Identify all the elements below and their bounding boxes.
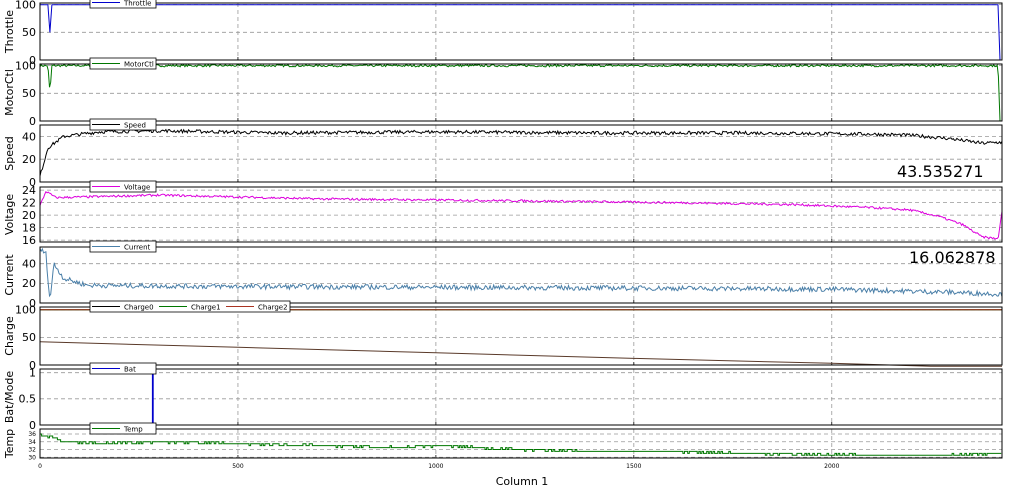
series-line-temp-0	[40, 433, 1002, 456]
plot-frame-motorctl	[39, 63, 1003, 122]
y-tick-label-speed-1: 20	[22, 153, 36, 166]
series-line-charge-3	[39, 341, 1002, 367]
y-tick-label-temp-1: 32	[28, 447, 36, 454]
legend-label-charge-2: Charge2	[258, 304, 288, 312]
plot-frame-current	[39, 246, 1003, 304]
legend-label-charge-0: Charge0	[124, 304, 154, 312]
legend-label-batmode-0: Bat	[124, 366, 136, 374]
legend-label-speed-0: Speed	[124, 122, 146, 130]
y-axis-label-motorctl: MotorCtl	[3, 69, 16, 116]
y-tick-label-batmode-1: 0.5	[19, 393, 37, 406]
y-tick-label-motorctl-2: 100	[15, 60, 36, 73]
y-tick-label-batmode-2: 1	[29, 367, 36, 380]
y-tick-label-speed-2: 40	[22, 130, 36, 143]
x-tick-label-2: 1000	[428, 463, 443, 470]
x-tick-label-0: 0	[38, 463, 42, 470]
series-line-batmode-0	[40, 366, 1002, 426]
y-tick-label-throttle-2: 100	[15, 0, 36, 12]
y-tick-label-voltage-0: 16	[22, 234, 36, 247]
x-tick-label-4: 2000	[824, 463, 839, 470]
y-tick-label-voltage-3: 22	[22, 196, 36, 209]
y-tick-label-motorctl-1: 50	[22, 87, 36, 100]
y-axis-label-current: Current	[3, 254, 16, 296]
legend-label-charge-1: Charge1	[191, 304, 221, 312]
plot-frame-throttle	[39, 2, 1003, 61]
legend-label-current-0: Current	[124, 244, 151, 252]
y-axis-label-voltage: Voltage	[3, 194, 16, 235]
y-tick-label-voltage-2: 20	[22, 209, 36, 222]
legend-label-throttle-0: Throttle	[123, 0, 151, 8]
current-value-readout: 16.062878	[909, 248, 996, 267]
series-line-current-0	[39, 247, 1003, 298]
y-tick-label-throttle-1: 50	[22, 26, 36, 39]
multi-panel-line-chart: 050100ThrottleThrottle050100MotorCtlMoto…	[3, 0, 1003, 470]
y-axis-label-charge: Charge	[3, 316, 16, 356]
y-tick-label-temp-2: 34	[28, 439, 36, 446]
y-tick-label-current-1: 20	[22, 277, 36, 290]
y-tick-label-batmode-0: 0	[29, 419, 36, 432]
y-axis-label-temp: Temp	[3, 429, 16, 459]
y-tick-label-current-2: 40	[22, 258, 36, 271]
y-axis-label-speed: Speed	[3, 136, 16, 170]
speed-value-readout: 43.535271	[897, 162, 984, 181]
plot-frame-charge	[39, 306, 1003, 366]
series-line-speed-0	[39, 128, 1003, 177]
series-line-motorctl-0	[39, 63, 1001, 122]
x-axis-label: Column 1	[495, 475, 549, 488]
legend-label-temp-0: Temp	[123, 426, 143, 434]
y-tick-label-charge-2: 100	[15, 304, 36, 317]
y-axis-label-batmode: Bat/Mode	[3, 371, 16, 424]
y-axis-label-throttle: Throttle	[3, 10, 16, 54]
series-line-voltage-0	[39, 191, 1003, 240]
y-tick-label-motorctl-0: 0	[29, 115, 36, 128]
legend-label-motorctl-0: MotorCtl	[124, 61, 154, 69]
plot-frame-batmode	[39, 368, 1003, 426]
legend-label-voltage-0: Voltage	[124, 184, 150, 192]
y-tick-label-voltage-4: 24	[22, 184, 36, 197]
y-tick-label-charge-1: 50	[22, 331, 36, 344]
y-tick-label-voltage-1: 18	[22, 221, 36, 234]
x-tick-label-1: 500	[232, 463, 244, 470]
x-tick-label-3: 1500	[626, 463, 641, 470]
y-tick-label-temp-0: 30	[28, 454, 36, 461]
y-tick-label-temp-3: 36	[28, 431, 36, 438]
